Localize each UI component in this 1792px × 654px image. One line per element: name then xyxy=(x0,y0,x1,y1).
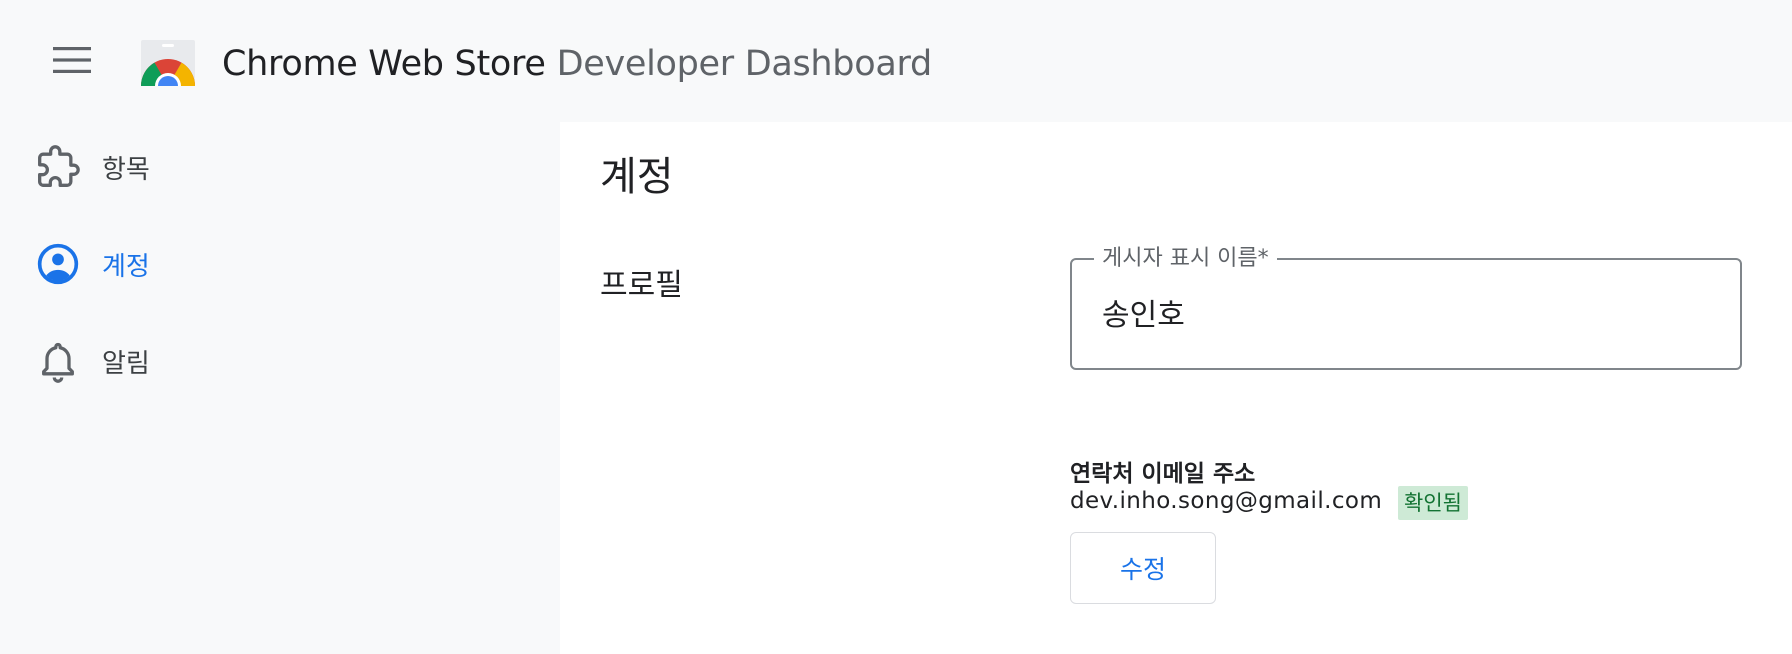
sidebar-item-label: 계정 xyxy=(102,251,150,282)
sidebar-item-account[interactable]: 계정 xyxy=(0,227,560,301)
app-title-secondary: Developer Dashboard xyxy=(556,44,933,84)
account-circle-icon xyxy=(36,242,80,286)
sidebar-item-notifications[interactable]: 알림 xyxy=(0,324,560,398)
hamburger-menu-icon[interactable] xyxy=(48,40,96,80)
sidebar-item-label: 알림 xyxy=(102,348,150,379)
app-title: Chrome Web Store Developer Dashboard xyxy=(222,40,932,88)
main-content: 계정 프로필 게시자 표시 이름* 송인호 연락처 이메일 주소 dev.inh… xyxy=(560,122,1792,654)
sidebar: 항목 계정 알림 xyxy=(0,122,560,654)
app-title-primary: Chrome Web Store xyxy=(222,44,546,84)
sidebar-item-label: 항목 xyxy=(102,154,150,185)
publisher-display-name-field[interactable]: 게시자 표시 이름* 송인호 xyxy=(1070,246,1742,370)
page-title: 계정 xyxy=(600,154,674,200)
verified-badge: 확인됨 xyxy=(1398,486,1468,520)
contact-email-label: 연락처 이메일 주소 xyxy=(1070,461,1256,487)
sidebar-item-items[interactable]: 항목 xyxy=(0,130,560,204)
publisher-display-name-label: 게시자 표시 이름* xyxy=(1094,246,1277,272)
chrome-web-store-logo[interactable] xyxy=(140,40,196,86)
puzzle-piece-icon xyxy=(36,145,80,189)
edit-button[interactable]: 수정 xyxy=(1070,532,1216,604)
bell-icon xyxy=(36,339,80,383)
app-header: Chrome Web Store Developer Dashboard xyxy=(0,0,1792,122)
contact-email-value: dev.inho.song@gmail.com xyxy=(1070,488,1383,514)
section-title-profile: 프로필 xyxy=(600,268,683,303)
publisher-display-name-value[interactable]: 송인호 xyxy=(1102,290,1185,334)
